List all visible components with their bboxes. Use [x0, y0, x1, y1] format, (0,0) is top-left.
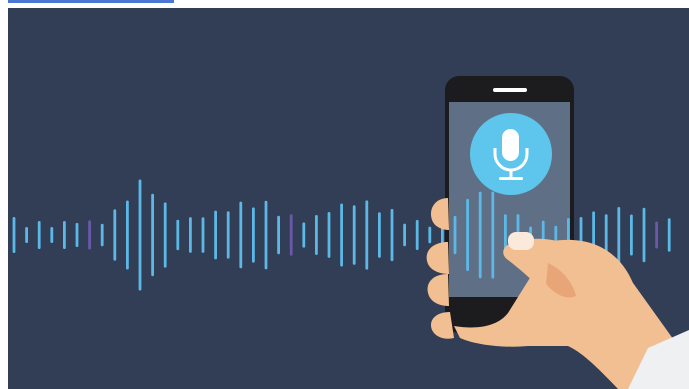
wave-bar	[201, 217, 205, 253]
wave-bar	[50, 227, 54, 243]
wave-bar	[25, 227, 28, 243]
wave-bar	[378, 212, 381, 258]
wave-bar	[88, 220, 91, 250]
wave-bar	[264, 200, 268, 270]
wave-bar	[113, 209, 117, 261]
wave-bar	[176, 219, 180, 251]
wave-bar	[390, 208, 394, 262]
wave-bar	[642, 207, 646, 263]
wave-bar	[340, 203, 343, 267]
wave-bar	[491, 191, 495, 279]
wave-bar	[617, 207, 621, 263]
wave-bar	[12, 217, 16, 253]
thumb-nail	[508, 232, 534, 250]
wave-bar	[226, 211, 230, 259]
wave-bar	[315, 215, 318, 255]
wave-bar	[163, 202, 167, 268]
illustration-canvas	[8, 8, 689, 389]
wave-bar	[126, 200, 129, 270]
wave-bar	[75, 222, 79, 247]
wave-bar	[655, 221, 658, 249]
link-underline-bar[interactable]	[8, 0, 174, 3]
wave-bar	[214, 210, 217, 260]
wave-bar	[667, 218, 671, 252]
wave-bar	[189, 217, 192, 253]
wave-bar	[428, 226, 432, 244]
wave-bar	[403, 223, 406, 247]
phone-earpiece	[493, 88, 527, 92]
wave-bar	[630, 214, 633, 256]
wave-bar	[239, 201, 243, 269]
screenshot-frame	[0, 0, 689, 389]
wave-bar	[415, 219, 419, 250]
wave-bar	[37, 221, 41, 249]
wave-bar	[277, 215, 280, 255]
wave-bar	[478, 191, 482, 279]
wave-bar	[453, 215, 457, 255]
wave-bar	[327, 212, 331, 258]
wave-bar	[352, 205, 356, 265]
wave-bar	[302, 222, 306, 248]
wave-bar	[63, 221, 66, 249]
wave-bar	[138, 179, 142, 291]
wave-bar	[100, 223, 104, 247]
wave-bar	[365, 200, 369, 270]
wave-bar	[289, 214, 293, 256]
wave-bar	[466, 198, 469, 271]
wave-bar	[151, 193, 154, 277]
voice-assistant-illustration	[8, 8, 689, 389]
wave-bar	[252, 207, 255, 263]
